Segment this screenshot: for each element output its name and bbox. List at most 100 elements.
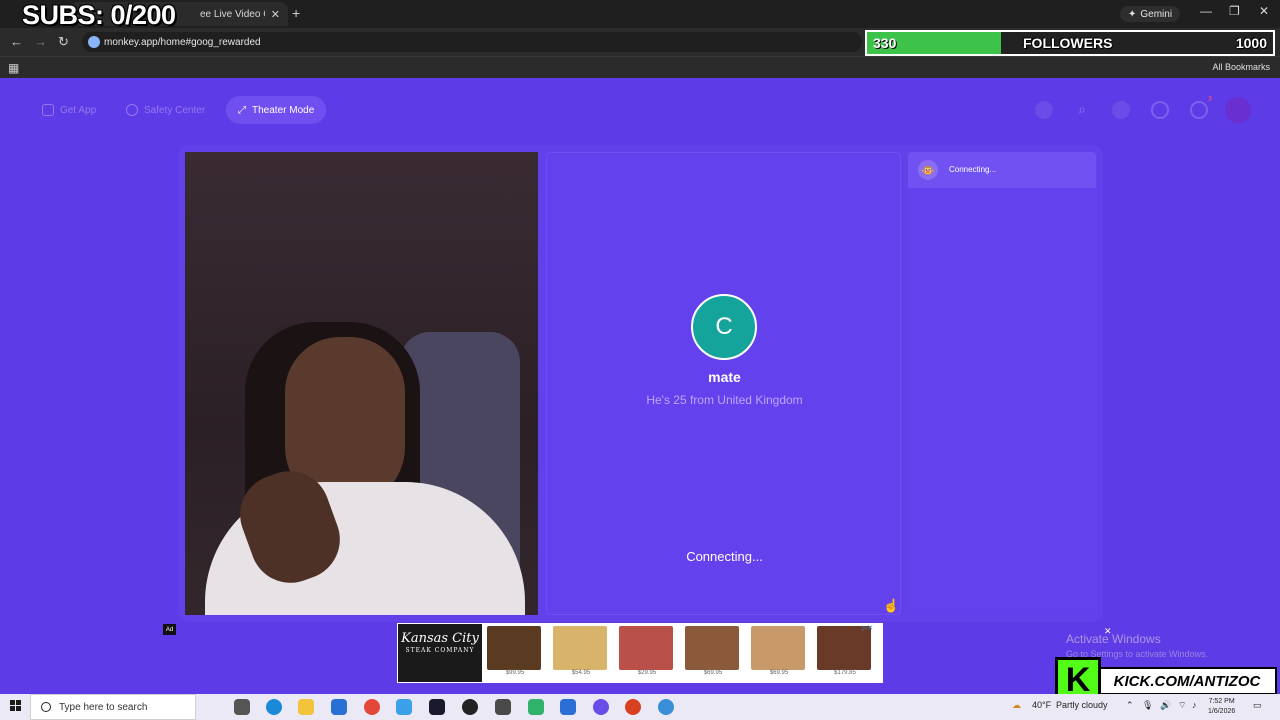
friends-icon[interactable] bbox=[1112, 101, 1130, 119]
browser-tabstrip: ee Live Video Ch ✕ + ✦ Gemini — ❐ ✕ bbox=[0, 0, 1280, 28]
shield-icon bbox=[126, 104, 138, 116]
ad-product[interactable]: $54.95 bbox=[553, 626, 609, 682]
ad-product[interactable]: $99.95 bbox=[487, 626, 543, 682]
hand-cursor-icon: ☝ bbox=[883, 598, 900, 613]
microphone-icon[interactable]: 🎙 bbox=[1142, 700, 1153, 711]
app-icon[interactable] bbox=[495, 699, 511, 715]
forward-icon[interactable]: → bbox=[34, 34, 47, 49]
task-view-icon[interactable] bbox=[234, 699, 250, 715]
ad-product[interactable]: $29.95 bbox=[619, 626, 675, 682]
ad-product-price: $54.95 bbox=[571, 670, 591, 676]
search-icon bbox=[41, 702, 51, 712]
tab-title: ee Live Video Ch bbox=[200, 8, 265, 20]
system-clock[interactable]: 7:52 PM 1/6/2026 bbox=[1208, 697, 1235, 717]
notifications-icon[interactable]: ▭ bbox=[1253, 700, 1262, 711]
ad-product-price: $29.95 bbox=[637, 670, 657, 676]
get-app-label: Get App bbox=[60, 104, 97, 116]
ad-product-image bbox=[553, 626, 607, 670]
shop-icon[interactable] bbox=[1035, 101, 1053, 119]
restore-icon[interactable]: ❐ bbox=[1229, 4, 1240, 18]
brave-icon[interactable] bbox=[625, 699, 641, 715]
chrome-icon[interactable] bbox=[364, 699, 380, 715]
mail-icon[interactable] bbox=[560, 699, 576, 715]
bookmarks-bar: ▦ All Bookmarks bbox=[0, 56, 1280, 78]
media-player-icon[interactable] bbox=[658, 699, 674, 715]
followers-label: FOLLOWERS bbox=[1023, 35, 1113, 51]
store-icon[interactable] bbox=[331, 699, 347, 715]
wifi-icon[interactable]: ⌔ bbox=[1178, 700, 1186, 711]
monkey-icon: 🐵 bbox=[918, 160, 938, 180]
game-bar-icon[interactable] bbox=[528, 699, 544, 715]
premiere-icon[interactable] bbox=[429, 699, 445, 715]
theater-mode-button[interactable]: ⤢ Theater Mode bbox=[226, 96, 327, 124]
apps-grid-icon[interactable]: ▦ bbox=[8, 61, 19, 75]
temperature: 40°F bbox=[1032, 700, 1052, 710]
expand-icon: ⤢ bbox=[238, 104, 246, 116]
chat-status: Connecting... bbox=[949, 165, 997, 174]
ad-product-image bbox=[619, 626, 673, 670]
followers-goal-bar: 330 FOLLOWERS 1000 bbox=[865, 30, 1275, 56]
clock-date: 1/6/2026 bbox=[1208, 708, 1236, 715]
ad-product[interactable]: $179.85 bbox=[817, 626, 873, 682]
back-icon[interactable]: ← bbox=[10, 34, 23, 49]
banner-ad[interactable]: Kansas City STEAK COMPANY $99.95 $54.95 $2… bbox=[397, 623, 883, 683]
match-info: He's 25 from United Kingdom bbox=[646, 393, 803, 407]
phone-icon bbox=[42, 104, 54, 116]
get-app-button[interactable]: Get App bbox=[30, 96, 108, 124]
speaker-icon[interactable]: 🔊 bbox=[1160, 700, 1171, 711]
edge-icon[interactable] bbox=[266, 699, 282, 715]
safety-center-label: Safety Center bbox=[144, 104, 206, 116]
chat-header: 🐵 Connecting... bbox=[908, 152, 1096, 188]
discord-icon[interactable] bbox=[593, 699, 609, 715]
chat-panel: 🐵 Connecting... bbox=[908, 152, 1096, 615]
messages-icon[interactable] bbox=[1190, 101, 1208, 119]
theater-mode-label: Theater Mode bbox=[252, 104, 315, 116]
all-bookmarks-link[interactable]: All Bookmarks bbox=[1212, 62, 1270, 72]
gemini-label: Gemini bbox=[1140, 8, 1173, 20]
ad-badge: Ad bbox=[163, 624, 176, 635]
adchoices-icon[interactable]: ▷✕ bbox=[862, 624, 882, 634]
subs-counter-overlay: SUBS: 0/200 bbox=[22, 0, 176, 30]
4k-app-icon[interactable] bbox=[462, 699, 478, 715]
self-video-feed bbox=[185, 152, 538, 615]
search-icon[interactable]: ⌕ bbox=[1073, 101, 1091, 119]
volume-icon[interactable]: ♪ bbox=[1192, 700, 1197, 710]
sparkle-icon: ✦ bbox=[1128, 8, 1137, 20]
minimize-icon[interactable]: — bbox=[1200, 4, 1212, 18]
gemini-button[interactable]: ✦ Gemini bbox=[1120, 6, 1181, 22]
url-text: monkey.app/home#goog_rewarded bbox=[104, 36, 261, 48]
safety-center-button[interactable]: Safety Center bbox=[114, 96, 217, 124]
close-window-icon[interactable]: ✕ bbox=[1259, 4, 1269, 18]
reload-icon[interactable]: ↻ bbox=[58, 34, 69, 50]
ad-product-price: $179.85 bbox=[834, 670, 856, 676]
file-explorer-icon[interactable] bbox=[298, 699, 314, 715]
messages-badge: 3 bbox=[1208, 96, 1212, 103]
chevron-up-icon[interactable]: ⌃ bbox=[1126, 700, 1134, 711]
followers-count: 330 bbox=[873, 35, 897, 51]
windows-start-icon[interactable] bbox=[10, 700, 22, 712]
copilot-icon[interactable] bbox=[396, 699, 412, 715]
followers-goal: 1000 bbox=[1235, 35, 1267, 51]
ad-product[interactable]: $69.95 bbox=[685, 626, 741, 682]
clock-time: 7:52 PM bbox=[1208, 698, 1235, 705]
tab-close-icon[interactable]: ✕ bbox=[271, 8, 280, 21]
weather-icon[interactable]: ☁ bbox=[1012, 700, 1021, 711]
windows-taskbar: Type here to search ☁ 40°F Partly cloudy… bbox=[0, 694, 1280, 720]
search-placeholder: Type here to search bbox=[59, 701, 148, 713]
ad-product[interactable]: $69.95 bbox=[751, 626, 807, 682]
history-icon[interactable] bbox=[1151, 101, 1169, 119]
ad-product-image bbox=[685, 626, 739, 670]
ad-product-image bbox=[487, 626, 541, 670]
match-avatar: C bbox=[691, 294, 757, 360]
ad-brand-logo: Kansas City STEAK COMPANY bbox=[398, 624, 482, 682]
ad-product-price: $69.95 bbox=[703, 670, 723, 676]
taskbar-search-input[interactable]: Type here to search bbox=[30, 694, 196, 720]
kick-url: KICK.COM/ANTIZOC bbox=[1097, 667, 1277, 695]
ad-product-image bbox=[751, 626, 805, 670]
activate-windows-title: Activate Windows bbox=[1066, 632, 1161, 646]
url-input[interactable]: monkey.app/home#goog_rewarded bbox=[82, 32, 862, 52]
new-tab-icon[interactable]: + bbox=[292, 5, 300, 21]
profile-avatar[interactable] bbox=[1225, 97, 1251, 123]
match-name: mate bbox=[708, 369, 741, 385]
site-info-icon[interactable] bbox=[88, 36, 100, 48]
